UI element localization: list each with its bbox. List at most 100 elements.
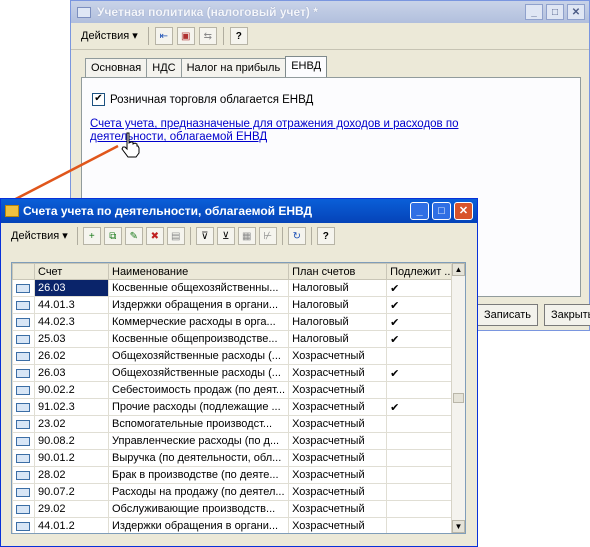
table-row[interactable]: 90.01.2 Выручка (по деятельности, обл... Х… — [12, 449, 462, 467]
cell-subject-flag[interactable] — [386, 415, 462, 433]
cell-subject-flag[interactable] — [386, 449, 462, 467]
table-row[interactable]: 28.02 Брак в производстве (по деяте... Хоз… — [12, 466, 462, 484]
close-button[interactable]: ✕ — [567, 4, 585, 20]
cell-plan[interactable]: Хозрасчетный — [288, 449, 388, 467]
cell-name[interactable]: Издержки обращения в органи... — [107, 296, 290, 314]
scroll-down-arrow-icon[interactable]: ▼ — [452, 520, 465, 533]
maximize-button[interactable]: □ — [432, 202, 451, 220]
row-type-icon[interactable] — [12, 432, 35, 450]
table-row[interactable]: 25.03 Косвенные общепроизводстве... Налого… — [12, 330, 462, 348]
row-type-icon[interactable] — [12, 330, 35, 348]
row-type-icon[interactable] — [12, 279, 35, 297]
cell-plan[interactable]: Хозрасчетный — [288, 398, 388, 416]
filter-icon[interactable]: ⊽ — [195, 227, 214, 245]
cell-name[interactable]: Общехозяйственные расходы (... — [107, 364, 290, 382]
cell-plan[interactable]: Хозрасчетный — [288, 483, 388, 501]
tab-envd[interactable]: ЕНВД — [285, 56, 328, 77]
refresh-icon[interactable]: ↻ — [287, 227, 306, 245]
cell-subject-flag[interactable]: ✔ — [386, 296, 462, 314]
cell-account[interactable]: 44.01.3 — [34, 296, 109, 314]
row-type-icon[interactable] — [12, 313, 35, 331]
cell-subject-flag[interactable] — [386, 466, 462, 484]
cell-account[interactable]: 90.08.2 — [34, 432, 109, 450]
cell-name[interactable]: Вспомогательные производст... — [107, 415, 290, 433]
table-row[interactable]: 23.02 Вспомогательные производст... Хозрас… — [12, 415, 462, 433]
cell-account[interactable]: 26.03 — [34, 279, 109, 297]
minimize-button[interactable]: _ — [525, 4, 543, 20]
cell-plan[interactable]: Хозрасчетный — [288, 381, 388, 399]
cell-subject-flag[interactable]: ✔ — [386, 313, 462, 331]
cell-name[interactable]: Общехозяйственные расходы (... — [107, 347, 290, 365]
vertical-scrollbar[interactable]: ▲ ▼ — [451, 263, 465, 533]
row-type-icon[interactable] — [12, 466, 35, 484]
cell-name[interactable]: Издержки обращения в органи... — [107, 517, 290, 533]
column-header-subject[interactable]: Подлежит ... — [386, 263, 462, 280]
table-row[interactable]: 44.01.3 Издержки обращения в органи... Нал… — [12, 296, 462, 314]
tab-main[interactable]: Основная — [85, 58, 148, 77]
cell-name[interactable]: Коммерческие расходы в орга... — [107, 313, 290, 331]
cell-subject-flag[interactable] — [386, 500, 462, 518]
cell-account[interactable]: 25.03 — [34, 330, 109, 348]
scroll-up-arrow-icon[interactable]: ▲ — [452, 263, 465, 276]
column-header-account[interactable]: Счет — [34, 263, 109, 280]
cell-plan[interactable]: Хозрасчетный — [288, 517, 388, 533]
cell-name[interactable]: Брак в производстве (по деяте... — [107, 466, 290, 484]
row-type-icon[interactable] — [12, 364, 35, 382]
help-icon[interactable]: ? — [229, 27, 248, 45]
add-row-icon[interactable]: + — [82, 227, 101, 245]
cell-name[interactable]: Косвенные общехозяйственны... — [107, 279, 290, 297]
cell-account[interactable]: 28.02 — [34, 466, 109, 484]
save-icon[interactable]: ▤ — [166, 227, 185, 245]
edit-row-icon[interactable]: ✎ — [124, 227, 143, 245]
cell-subject-flag[interactable] — [386, 483, 462, 501]
cell-plan[interactable]: Налоговый — [288, 279, 388, 297]
cell-plan[interactable]: Хозрасчетный — [288, 432, 388, 450]
tab-vat[interactable]: НДС — [146, 58, 182, 77]
maximize-button[interactable]: □ — [546, 4, 564, 20]
row-type-icon[interactable] — [12, 381, 35, 399]
cell-subject-flag[interactable] — [386, 381, 462, 399]
cell-name[interactable]: Себестоимость продаж (по деят... — [107, 381, 290, 399]
delete-row-icon[interactable]: ✖ — [145, 227, 164, 245]
row-type-icon[interactable] — [12, 347, 35, 365]
cell-account[interactable]: 90.01.2 — [34, 449, 109, 467]
filter-history-icon[interactable]: ▦ — [237, 227, 256, 245]
minimize-button[interactable]: _ — [410, 202, 429, 220]
filter-by-value-icon[interactable]: ⊻ — [216, 227, 235, 245]
column-header-plan[interactable]: План счетов — [288, 263, 388, 280]
cell-account[interactable]: 23.02 — [34, 415, 109, 433]
envd-accounts-link[interactable]: Счета учета, предназначеные для отражени… — [90, 118, 530, 144]
column-header-name[interactable]: Наименование — [107, 263, 290, 280]
back-arrow-icon[interactable]: ⇤ — [154, 27, 173, 45]
retail-envd-checkbox[interactable]: ✔ — [92, 93, 105, 106]
row-type-icon[interactable] — [12, 500, 35, 518]
scroll-thumb[interactable] — [453, 393, 464, 403]
help-icon[interactable]: ? — [316, 227, 335, 245]
copy-row-icon[interactable]: ⧉ — [103, 227, 122, 245]
cell-name[interactable]: Прочие расходы (подлежащие ... — [107, 398, 290, 416]
row-type-icon[interactable] — [12, 415, 35, 433]
close-button[interactable]: ✕ — [454, 202, 473, 220]
cell-plan[interactable]: Хозрасчетный — [288, 347, 388, 365]
cell-plan[interactable]: Хозрасчетный — [288, 364, 388, 382]
cell-plan[interactable]: Налоговый — [288, 313, 388, 331]
table-row[interactable]: 29.02 Обслуживающие производств... Хозрасч… — [12, 500, 462, 518]
cell-plan[interactable]: Хозрасчетный — [288, 466, 388, 484]
cell-account[interactable]: 90.07.2 — [34, 483, 109, 501]
cell-plan[interactable]: Хозрасчетный — [288, 500, 388, 518]
cell-subject-flag[interactable] — [386, 347, 462, 365]
close-dialog-button[interactable]: Закрыть — [544, 304, 590, 326]
write-button[interactable]: Записать — [477, 304, 539, 326]
actions-menu-button[interactable]: Действия ▾ — [7, 226, 72, 246]
cell-account[interactable]: 26.03 — [34, 364, 109, 382]
cell-subject-flag[interactable]: ✔ — [386, 279, 462, 297]
table-row[interactable]: 90.02.2 Себестоимость продаж (по деят... Х… — [12, 381, 462, 399]
table-row[interactable]: 90.08.2 Управленческие расходы (по д... Хо… — [12, 432, 462, 450]
clear-filter-icon[interactable]: ⊬ — [258, 227, 277, 245]
cell-plan[interactable]: Налоговый — [288, 296, 388, 314]
cell-plan[interactable]: Налоговый — [288, 330, 388, 348]
table-row[interactable]: 26.03 Общехозяйственные расходы (... Хозра… — [12, 364, 462, 382]
cell-plan[interactable]: Хозрасчетный — [288, 415, 388, 433]
table-row[interactable]: 91.02.3 Прочие расходы (подлежащие ... Хоз… — [12, 398, 462, 416]
cell-subject-flag[interactable]: ✔ — [386, 330, 462, 348]
